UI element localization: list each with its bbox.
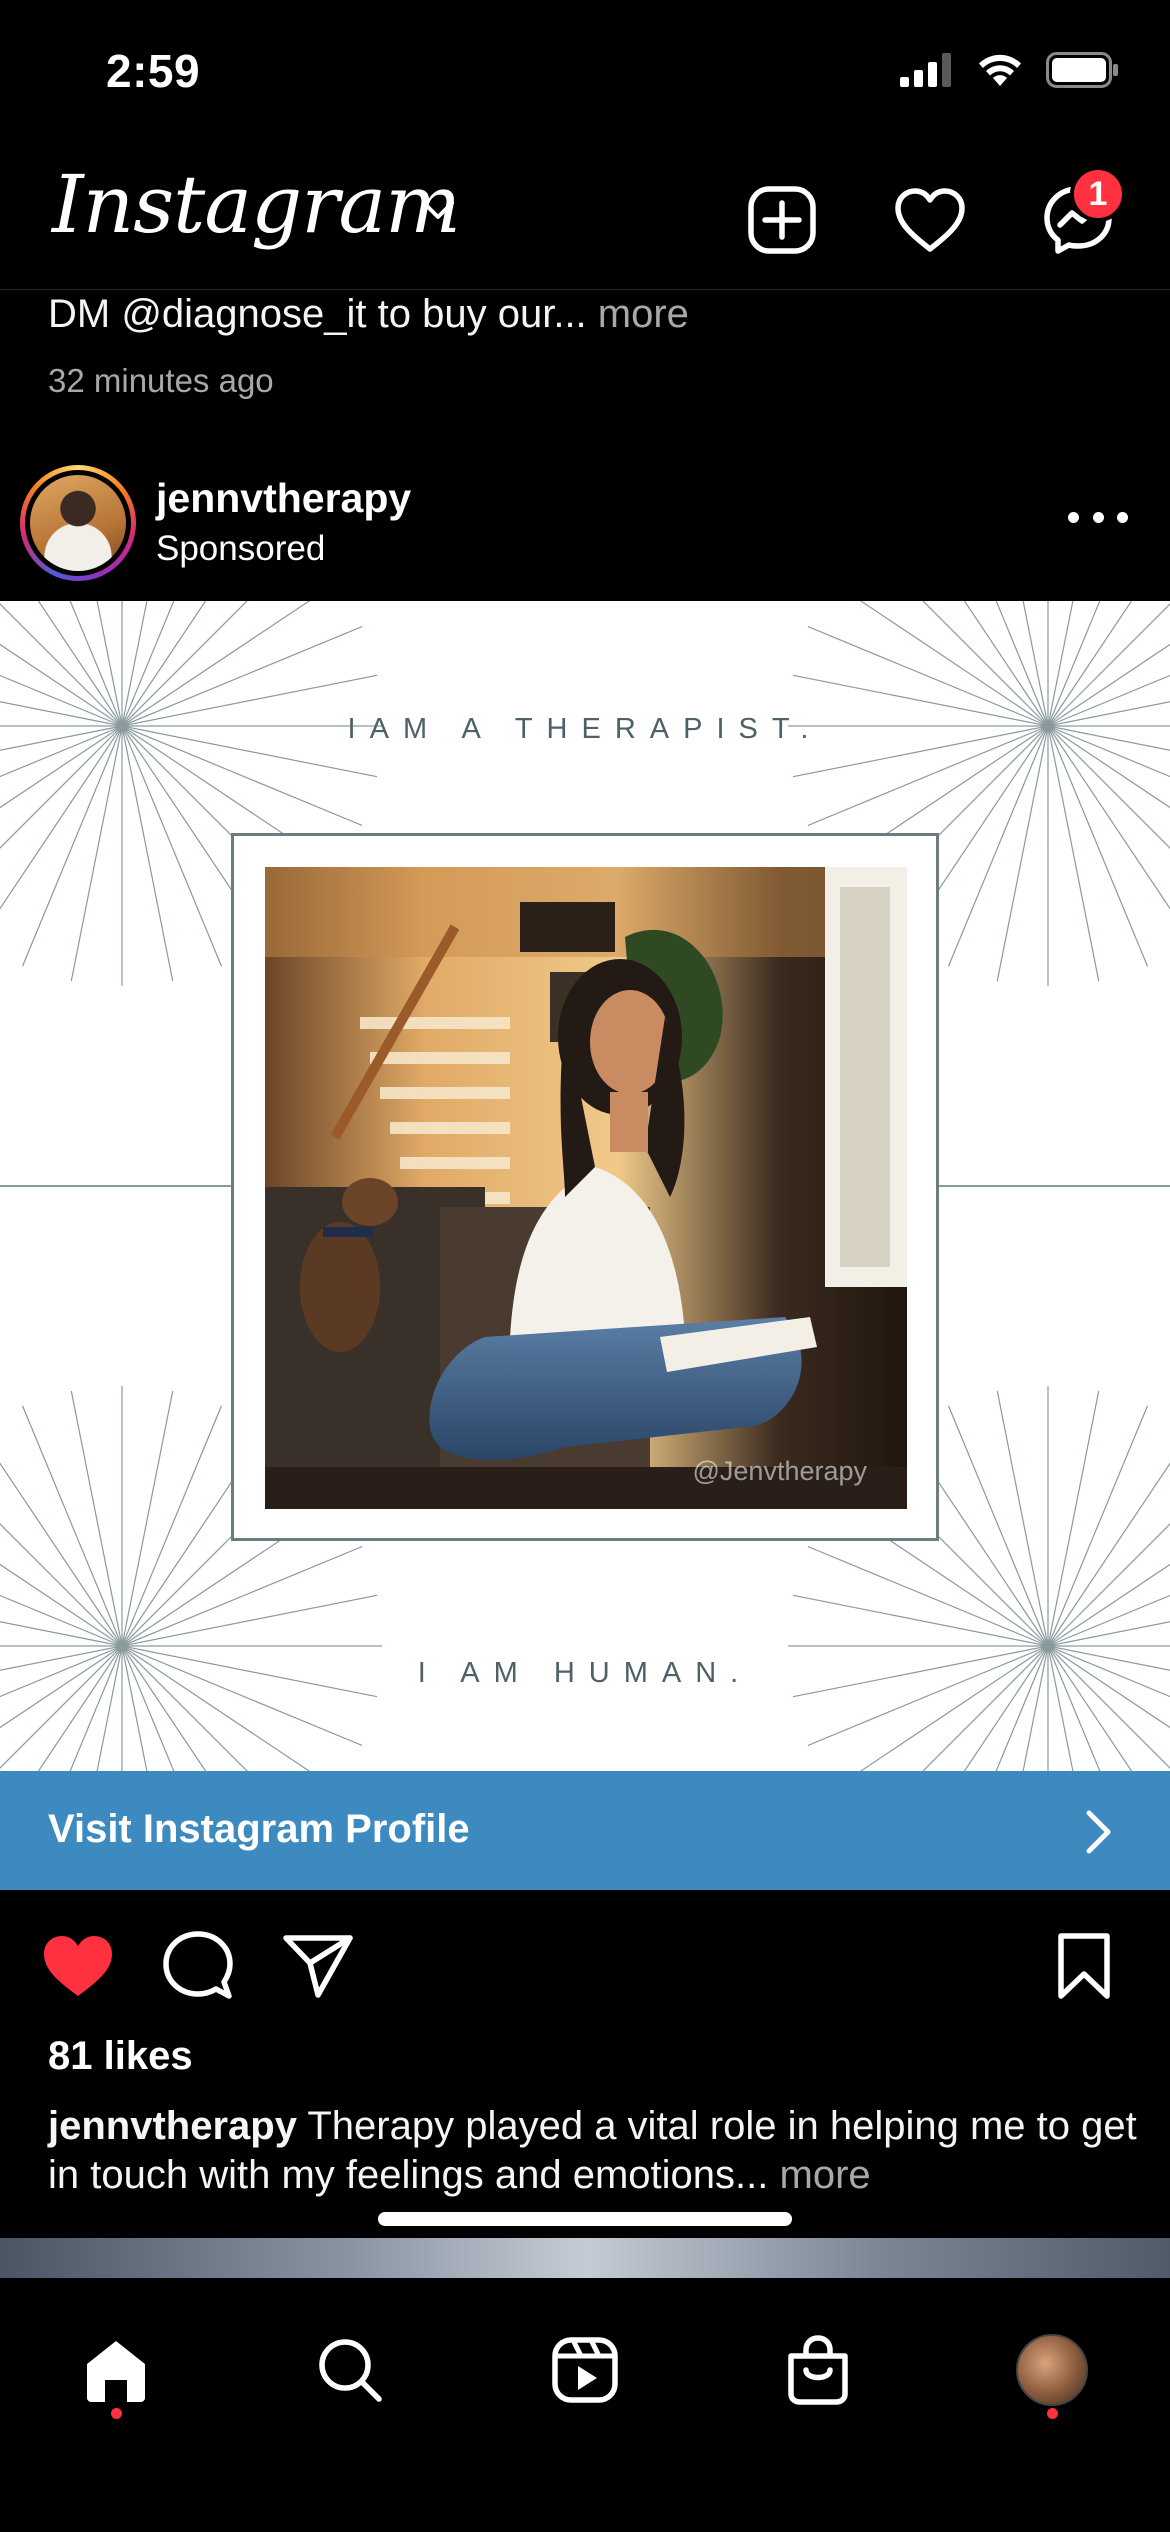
sponsored-label[interactable]: Sponsored bbox=[156, 529, 325, 569]
post-image[interactable]: IAM A THERAPIST. @Jenvtherapy I AM HUMAN… bbox=[0, 601, 1170, 1771]
decoration-line bbox=[21, 1405, 123, 1647]
decoration-line bbox=[21, 725, 123, 967]
more-options-icon[interactable] bbox=[1068, 497, 1128, 537]
chevron-down-icon[interactable] bbox=[420, 198, 456, 222]
post-header: jennvtherapy Sponsored bbox=[0, 455, 1170, 601]
post-username[interactable]: jennvtherapy bbox=[156, 475, 411, 522]
avatar bbox=[30, 475, 126, 571]
likes-count[interactable]: 81 likes bbox=[48, 2034, 193, 2079]
decoration-line bbox=[807, 1545, 1049, 1647]
decoration-line bbox=[121, 601, 311, 727]
heart-icon bbox=[895, 188, 965, 252]
decoration-line bbox=[1047, 1594, 1170, 1647]
bottom-nav bbox=[0, 2280, 1170, 2532]
photo-illustration bbox=[265, 867, 907, 1509]
image-tagline-top: IAM A THERAPIST. bbox=[347, 713, 823, 745]
reels-icon bbox=[552, 2337, 618, 2403]
decoration-line bbox=[1047, 603, 1170, 727]
decoration-line bbox=[0, 603, 123, 727]
decoration-line bbox=[947, 1405, 1049, 1647]
nav-search[interactable] bbox=[302, 2322, 398, 2418]
wifi-icon bbox=[979, 54, 1021, 86]
share-button[interactable] bbox=[278, 1926, 358, 2006]
post-caption[interactable]: jennvtherapy Therapy played a vital role… bbox=[48, 2102, 1138, 2200]
previous-caption-more[interactable]: more bbox=[598, 292, 689, 336]
heart-filled-icon bbox=[44, 1936, 112, 1996]
decoration-line bbox=[0, 725, 123, 910]
previous-post-caption[interactable]: DM @diagnose_it to buy our... more bbox=[48, 292, 689, 337]
previous-post-timestamp: 32 minutes ago bbox=[48, 362, 274, 399]
new-post-icon bbox=[748, 186, 816, 254]
decoration-line bbox=[807, 625, 1049, 727]
home-indicator[interactable] bbox=[378, 2212, 792, 2226]
caption-more[interactable]: more bbox=[780, 2153, 871, 2197]
nav-shop[interactable] bbox=[770, 2322, 866, 2418]
visit-profile-cta[interactable]: Visit Instagram Profile bbox=[0, 1771, 1170, 1890]
decoration-line bbox=[121, 1405, 223, 1647]
next-post-peek bbox=[0, 2238, 1170, 2278]
status-icons bbox=[900, 52, 1120, 88]
decoration-line bbox=[1047, 1462, 1170, 1647]
profile-notification-dot bbox=[1047, 2408, 1058, 2419]
post-actions bbox=[0, 1900, 1170, 2030]
nav-profile[interactable] bbox=[1004, 2322, 1100, 2418]
decoration-line bbox=[0, 1594, 123, 1647]
home-active-dot bbox=[111, 2408, 122, 2419]
status-time: 2:59 bbox=[106, 45, 201, 97]
profile-avatar bbox=[1016, 2334, 1088, 2406]
image-tagline-bottom: I AM HUMAN. bbox=[417, 1657, 753, 1689]
story-ring[interactable] bbox=[20, 465, 136, 581]
status-bar: 2:59 bbox=[0, 0, 1170, 150]
decoration-line bbox=[121, 625, 363, 727]
photo-watermark: @Jenvtherapy bbox=[692, 1456, 868, 1486]
activity-button[interactable] bbox=[880, 170, 980, 270]
home-icon bbox=[87, 2341, 145, 2402]
decoration-line bbox=[1047, 725, 1149, 967]
decoration-line bbox=[121, 601, 175, 727]
decoration-line bbox=[947, 725, 1049, 967]
nav-reels[interactable] bbox=[537, 2322, 633, 2418]
previous-caption-text: DM @diagnose_it to buy our... bbox=[48, 292, 587, 336]
messenger-button[interactable]: 1 bbox=[1028, 166, 1128, 270]
new-post-button[interactable] bbox=[732, 170, 832, 270]
decoration-line bbox=[0, 1462, 123, 1647]
search-icon bbox=[319, 2339, 382, 2402]
comment-button[interactable] bbox=[158, 1926, 238, 2006]
decoration-line bbox=[69, 601, 123, 727]
instagram-logo[interactable]: Instagram bbox=[52, 158, 461, 251]
decoration-line bbox=[1047, 725, 1170, 910]
decoration-line bbox=[121, 1545, 363, 1647]
therapist-photo: @Jenvtherapy bbox=[265, 867, 907, 1509]
battery-icon bbox=[1046, 52, 1118, 88]
decoration-line bbox=[1047, 1563, 1170, 1647]
decoration-line bbox=[859, 601, 1049, 727]
like-button[interactable] bbox=[38, 1926, 118, 2006]
app-header: Instagram 1 bbox=[0, 150, 1170, 290]
cta-label: Visit Instagram Profile bbox=[48, 1807, 470, 1851]
comment-icon bbox=[163, 1931, 233, 1999]
decoration-line bbox=[121, 725, 223, 967]
notification-badge: 1 bbox=[1070, 166, 1126, 222]
save-button[interactable] bbox=[1044, 1926, 1124, 2006]
nav-home[interactable] bbox=[68, 2322, 164, 2418]
decoration-line bbox=[1047, 601, 1101, 727]
cellular-signal-icon bbox=[900, 53, 951, 87]
caption-username[interactable]: jennvtherapy bbox=[48, 2104, 297, 2148]
decoration-line bbox=[0, 674, 123, 727]
decoration-line bbox=[0, 725, 123, 809]
decoration-line bbox=[1047, 1405, 1149, 1647]
shop-icon bbox=[788, 2335, 848, 2405]
decoration-line bbox=[1047, 674, 1170, 727]
bookmark-icon bbox=[1058, 1933, 1110, 1999]
decoration-line bbox=[1047, 725, 1170, 809]
share-icon bbox=[283, 1935, 353, 1998]
photo-frame: @Jenvtherapy bbox=[231, 833, 939, 1541]
chevron-right-icon bbox=[1086, 1810, 1111, 1854]
decoration-line bbox=[0, 1563, 123, 1647]
decoration-line bbox=[995, 601, 1049, 727]
